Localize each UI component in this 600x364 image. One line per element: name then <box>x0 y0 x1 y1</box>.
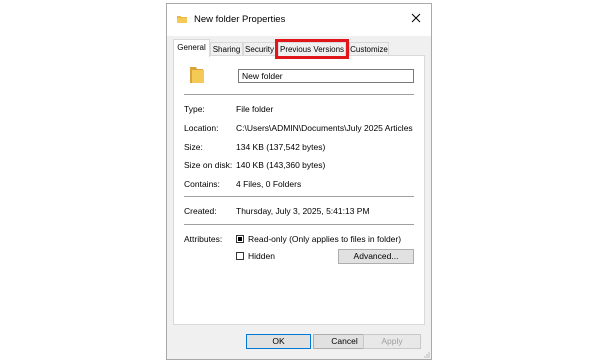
separator <box>184 224 414 225</box>
ok-button[interactable]: OK <box>246 334 311 349</box>
contains-label: Contains: <box>184 179 220 189</box>
general-tab-panel: Type: File folder Location: C:\Users\ADM… <box>173 55 425 325</box>
properties-dialog: New folder Properties General Sharing Se… <box>166 3 432 360</box>
tab-general[interactable]: General <box>173 39 210 57</box>
size-value: 134 KB (137,542 bytes) <box>236 142 326 152</box>
created-label: Created: <box>184 206 217 216</box>
size-label: Size: <box>184 142 203 152</box>
close-icon <box>411 13 421 25</box>
hidden-checkbox-row[interactable]: Hidden <box>236 251 275 261</box>
contains-value: 4 Files, 0 Folders <box>236 179 302 189</box>
separator <box>184 94 414 95</box>
created-value: Thursday, July 3, 2025, 5:41:13 PM <box>236 206 370 216</box>
folder-icon <box>177 14 187 24</box>
tab-previous-versions[interactable]: Previous Versions <box>275 39 349 59</box>
hidden-label: Hidden <box>248 251 275 261</box>
apply-button: Apply <box>363 334 421 349</box>
title-bar[interactable]: New folder Properties <box>167 4 431 36</box>
attributes-label: Attributes: <box>184 234 223 244</box>
tab-security[interactable]: Security <box>243 42 276 56</box>
location-value: C:\Users\ADMIN\Documents\July 2025 Artic… <box>236 123 413 133</box>
separator <box>184 196 414 197</box>
folder-icon <box>188 65 206 85</box>
type-value: File folder <box>236 104 274 114</box>
readonly-checkbox[interactable] <box>236 235 244 243</box>
readonly-label: Read-only (Only applies to files in fold… <box>248 234 402 244</box>
size-on-disk-value: 140 KB (143,360 bytes) <box>236 160 326 170</box>
resize-grip-icon[interactable] <box>422 350 430 358</box>
hidden-checkbox[interactable] <box>236 252 244 260</box>
tab-sharing[interactable]: Sharing <box>210 42 243 56</box>
window-title: New folder Properties <box>194 14 286 25</box>
size-on-disk-label: Size on disk: <box>184 160 233 170</box>
readonly-checkbox-row[interactable]: Read-only (Only applies to files in fold… <box>236 234 401 244</box>
tab-customize[interactable]: Customize <box>349 42 389 56</box>
location-label: Location: <box>184 123 219 133</box>
type-label: Type: <box>184 104 205 114</box>
advanced-button[interactable]: Advanced... <box>338 249 414 264</box>
folder-name-input[interactable] <box>238 69 414 83</box>
close-button[interactable] <box>407 10 425 28</box>
tab-strip: General Sharing Security Previous Versio… <box>167 36 431 59</box>
